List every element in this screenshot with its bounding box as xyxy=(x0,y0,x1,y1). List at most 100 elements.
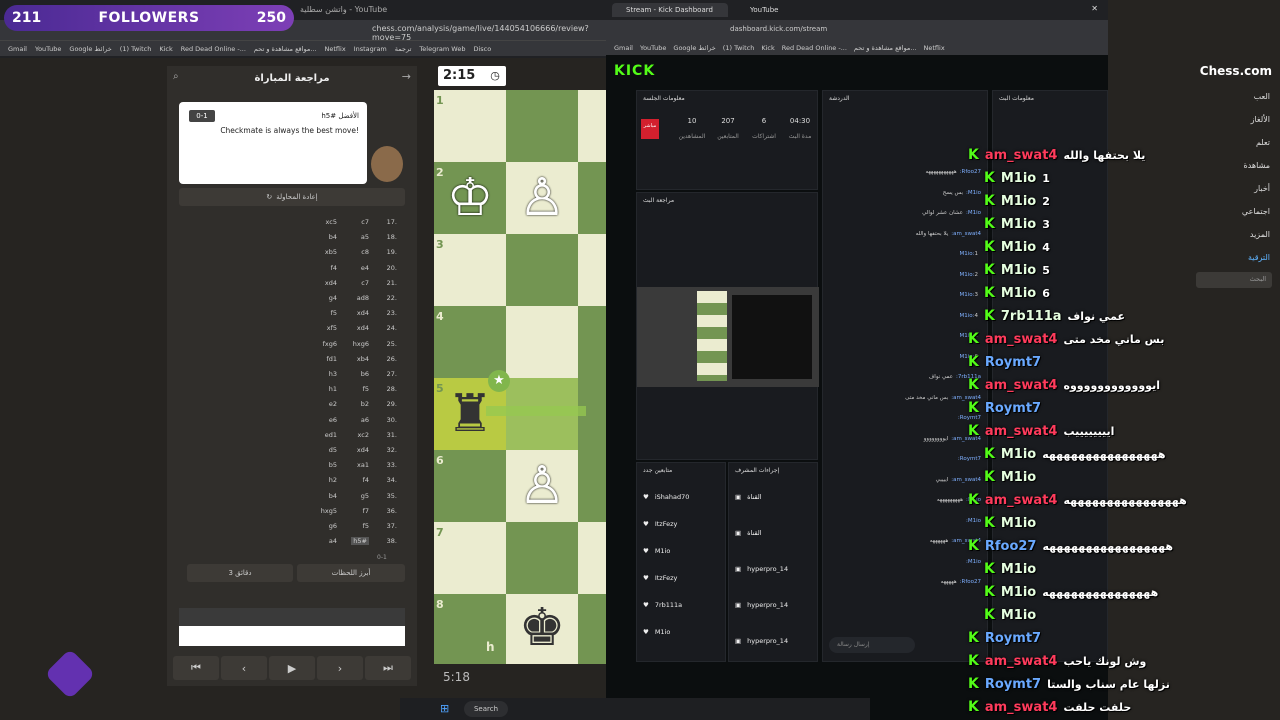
bookmark-item[interactable]: Kick xyxy=(159,45,172,53)
move-row[interactable]: 22. g4 ad8 xyxy=(267,294,397,309)
sidebar-item[interactable]: تعلم xyxy=(1256,138,1270,147)
sidebar-item[interactable]: مشاهدة xyxy=(1244,161,1270,170)
move-row[interactable]: 29. e2 b2 xyxy=(267,400,397,415)
black-move[interactable]: xd4 xyxy=(357,446,369,454)
sidebar-item[interactable]: اجتماعي xyxy=(1242,207,1270,216)
action-name[interactable]: hyperpro_14 xyxy=(747,601,788,609)
bookmark-item[interactable]: Red Dead Online -... xyxy=(782,44,847,52)
white-move[interactable]: b4 xyxy=(329,233,337,241)
move-row[interactable]: 38. a4 h5# xyxy=(267,537,397,552)
move-row[interactable]: 37. g6 f5 xyxy=(267,522,397,537)
white-move[interactable]: b5 xyxy=(329,461,337,469)
first-move-button[interactable]: ⏮ xyxy=(173,656,219,680)
tab-kick-dashboard[interactable]: Stream - Kick Dashboard xyxy=(612,3,728,17)
black-move[interactable]: f4 xyxy=(363,476,369,484)
black-move[interactable]: f7 xyxy=(363,507,369,515)
action-name[interactable]: hyperpro_14 xyxy=(747,637,788,645)
chat-username[interactable]: am_swat4: xyxy=(951,231,981,237)
black-move[interactable]: a6 xyxy=(361,416,369,424)
chat-input[interactable]: إرسال رسالة xyxy=(829,637,915,653)
black-move[interactable]: xc2 xyxy=(358,431,369,439)
move-row[interactable]: 30. e6 a6 xyxy=(267,416,397,431)
play-button[interactable]: ▶ xyxy=(269,656,315,680)
chat-username[interactable]: Roymt7: xyxy=(958,456,981,462)
black-move[interactable]: h5# xyxy=(351,537,369,546)
time-button[interactable]: 3 دقائق xyxy=(187,564,293,582)
white-move[interactable]: fxg6 xyxy=(323,340,337,348)
stream-preview-video[interactable] xyxy=(637,287,819,387)
move-row[interactable]: 25. fxg6 hxg6 xyxy=(267,340,397,355)
bookmark-item[interactable]: Netflix xyxy=(325,45,346,53)
chat-username[interactable]: am_swat4: xyxy=(951,477,981,483)
black-move[interactable]: b6 xyxy=(361,370,369,378)
black-move[interactable]: c7 xyxy=(361,218,369,226)
sidebar-item[interactable]: أخبار xyxy=(1254,184,1270,193)
white-move[interactable]: hxg5 xyxy=(321,507,337,515)
move-row[interactable]: 36. hxg5 f7 xyxy=(267,507,397,522)
next-move-button[interactable]: › xyxy=(317,656,363,680)
tab-youtube-2[interactable]: YouTube xyxy=(736,6,778,14)
white-move[interactable]: g6 xyxy=(329,522,337,530)
bookmark-item[interactable]: (1) Twitch xyxy=(723,44,755,52)
chat-username[interactable]: M1io: xyxy=(966,210,981,216)
black-move[interactable]: ad8 xyxy=(357,294,369,302)
chat-username[interactable]: M1io: xyxy=(966,518,981,524)
follower-name[interactable]: ItzFezy xyxy=(655,520,678,528)
white-move[interactable]: d5 xyxy=(329,446,337,454)
white-move[interactable]: h2 xyxy=(329,476,337,484)
white-move[interactable]: f4 xyxy=(331,264,337,272)
kick-url-text[interactable]: dashboard.kick.com/stream xyxy=(730,25,827,33)
bookmark-item[interactable]: Telegram Web xyxy=(419,45,465,53)
white-move[interactable]: a4 xyxy=(329,537,337,545)
bookmark-item[interactable]: Kick xyxy=(761,44,774,52)
sidebar-item[interactable]: المزيد xyxy=(1250,230,1270,239)
white-move[interactable]: xd4 xyxy=(325,279,337,287)
move-row[interactable]: 19. xb5 c8 xyxy=(267,248,397,263)
chat-username[interactable]: Rfoo27: xyxy=(960,579,981,585)
bookmark-item[interactable]: ترجمة xyxy=(395,45,412,53)
black-king-piece[interactable]: ♚ xyxy=(506,598,578,658)
white-king-piece[interactable]: ♔ xyxy=(434,168,506,228)
move-row[interactable]: 32. d5 xd4 xyxy=(267,446,397,461)
bookmark-item[interactable]: (1) Twitch xyxy=(120,45,152,53)
move-row[interactable]: 33. b5 xa1 xyxy=(267,461,397,476)
kick-address-bar[interactable]: dashboard.kick.com/stream xyxy=(606,20,1108,40)
arrow-right-icon[interactable]: → xyxy=(402,70,411,83)
close-window-icon[interactable]: ✕ xyxy=(1091,4,1098,13)
chat-username[interactable]: M1io: xyxy=(960,251,975,257)
follower-name[interactable]: M1io xyxy=(655,628,671,636)
white-move[interactable]: xf5 xyxy=(327,324,337,332)
sidebar-item[interactable]: الترقية xyxy=(1248,253,1270,262)
white-move[interactable]: h1 xyxy=(329,385,337,393)
follower-name[interactable]: M1io xyxy=(655,547,671,555)
move-row[interactable]: 31. ed1 xc2 xyxy=(267,431,397,446)
white-move[interactable]: xb5 xyxy=(325,248,337,256)
black-move[interactable]: xd4 xyxy=(357,309,369,317)
black-move[interactable]: xa1 xyxy=(357,461,369,469)
sidebar-item[interactable]: العب xyxy=(1254,92,1270,101)
white-pawn-piece[interactable]: ♙ xyxy=(506,456,578,516)
bookmark-item[interactable]: Gmail xyxy=(8,45,27,53)
taskbar-search[interactable]: Search xyxy=(464,701,508,717)
follower-name[interactable]: ItzFezy xyxy=(655,574,678,582)
sidebar-search[interactable]: البحث xyxy=(1196,272,1272,288)
bookmark-item[interactable]: Instagram xyxy=(354,45,387,53)
white-move[interactable]: h3 xyxy=(329,370,337,378)
white-move[interactable]: ed1 xyxy=(325,431,337,439)
follower-name[interactable]: 7rb111a xyxy=(655,601,682,609)
move-row[interactable]: 34. h2 f4 xyxy=(267,476,397,491)
action-name[interactable]: hyperpro_14 xyxy=(747,565,788,573)
white-pawn-piece[interactable]: ♙ xyxy=(506,168,578,228)
bookmark-item[interactable]: Google خرائط xyxy=(673,44,715,52)
white-move[interactable]: f5 xyxy=(331,309,337,317)
move-row[interactable]: 24. xf5 xd4 xyxy=(267,324,397,339)
bookmark-item[interactable]: YouTube xyxy=(640,44,666,52)
chat-username[interactable]: Rfoo27: xyxy=(960,169,981,175)
chat-username[interactable]: M1io: xyxy=(966,559,981,565)
black-move[interactable]: g5 xyxy=(361,492,369,500)
move-row[interactable]: 26. fd1 xb4 xyxy=(267,355,397,370)
black-move[interactable]: f5 xyxy=(363,385,369,393)
action-name[interactable]: القناة xyxy=(747,529,761,537)
bookmark-item[interactable]: Disco xyxy=(473,45,491,53)
search-icon[interactable]: ⌕ xyxy=(173,71,179,82)
